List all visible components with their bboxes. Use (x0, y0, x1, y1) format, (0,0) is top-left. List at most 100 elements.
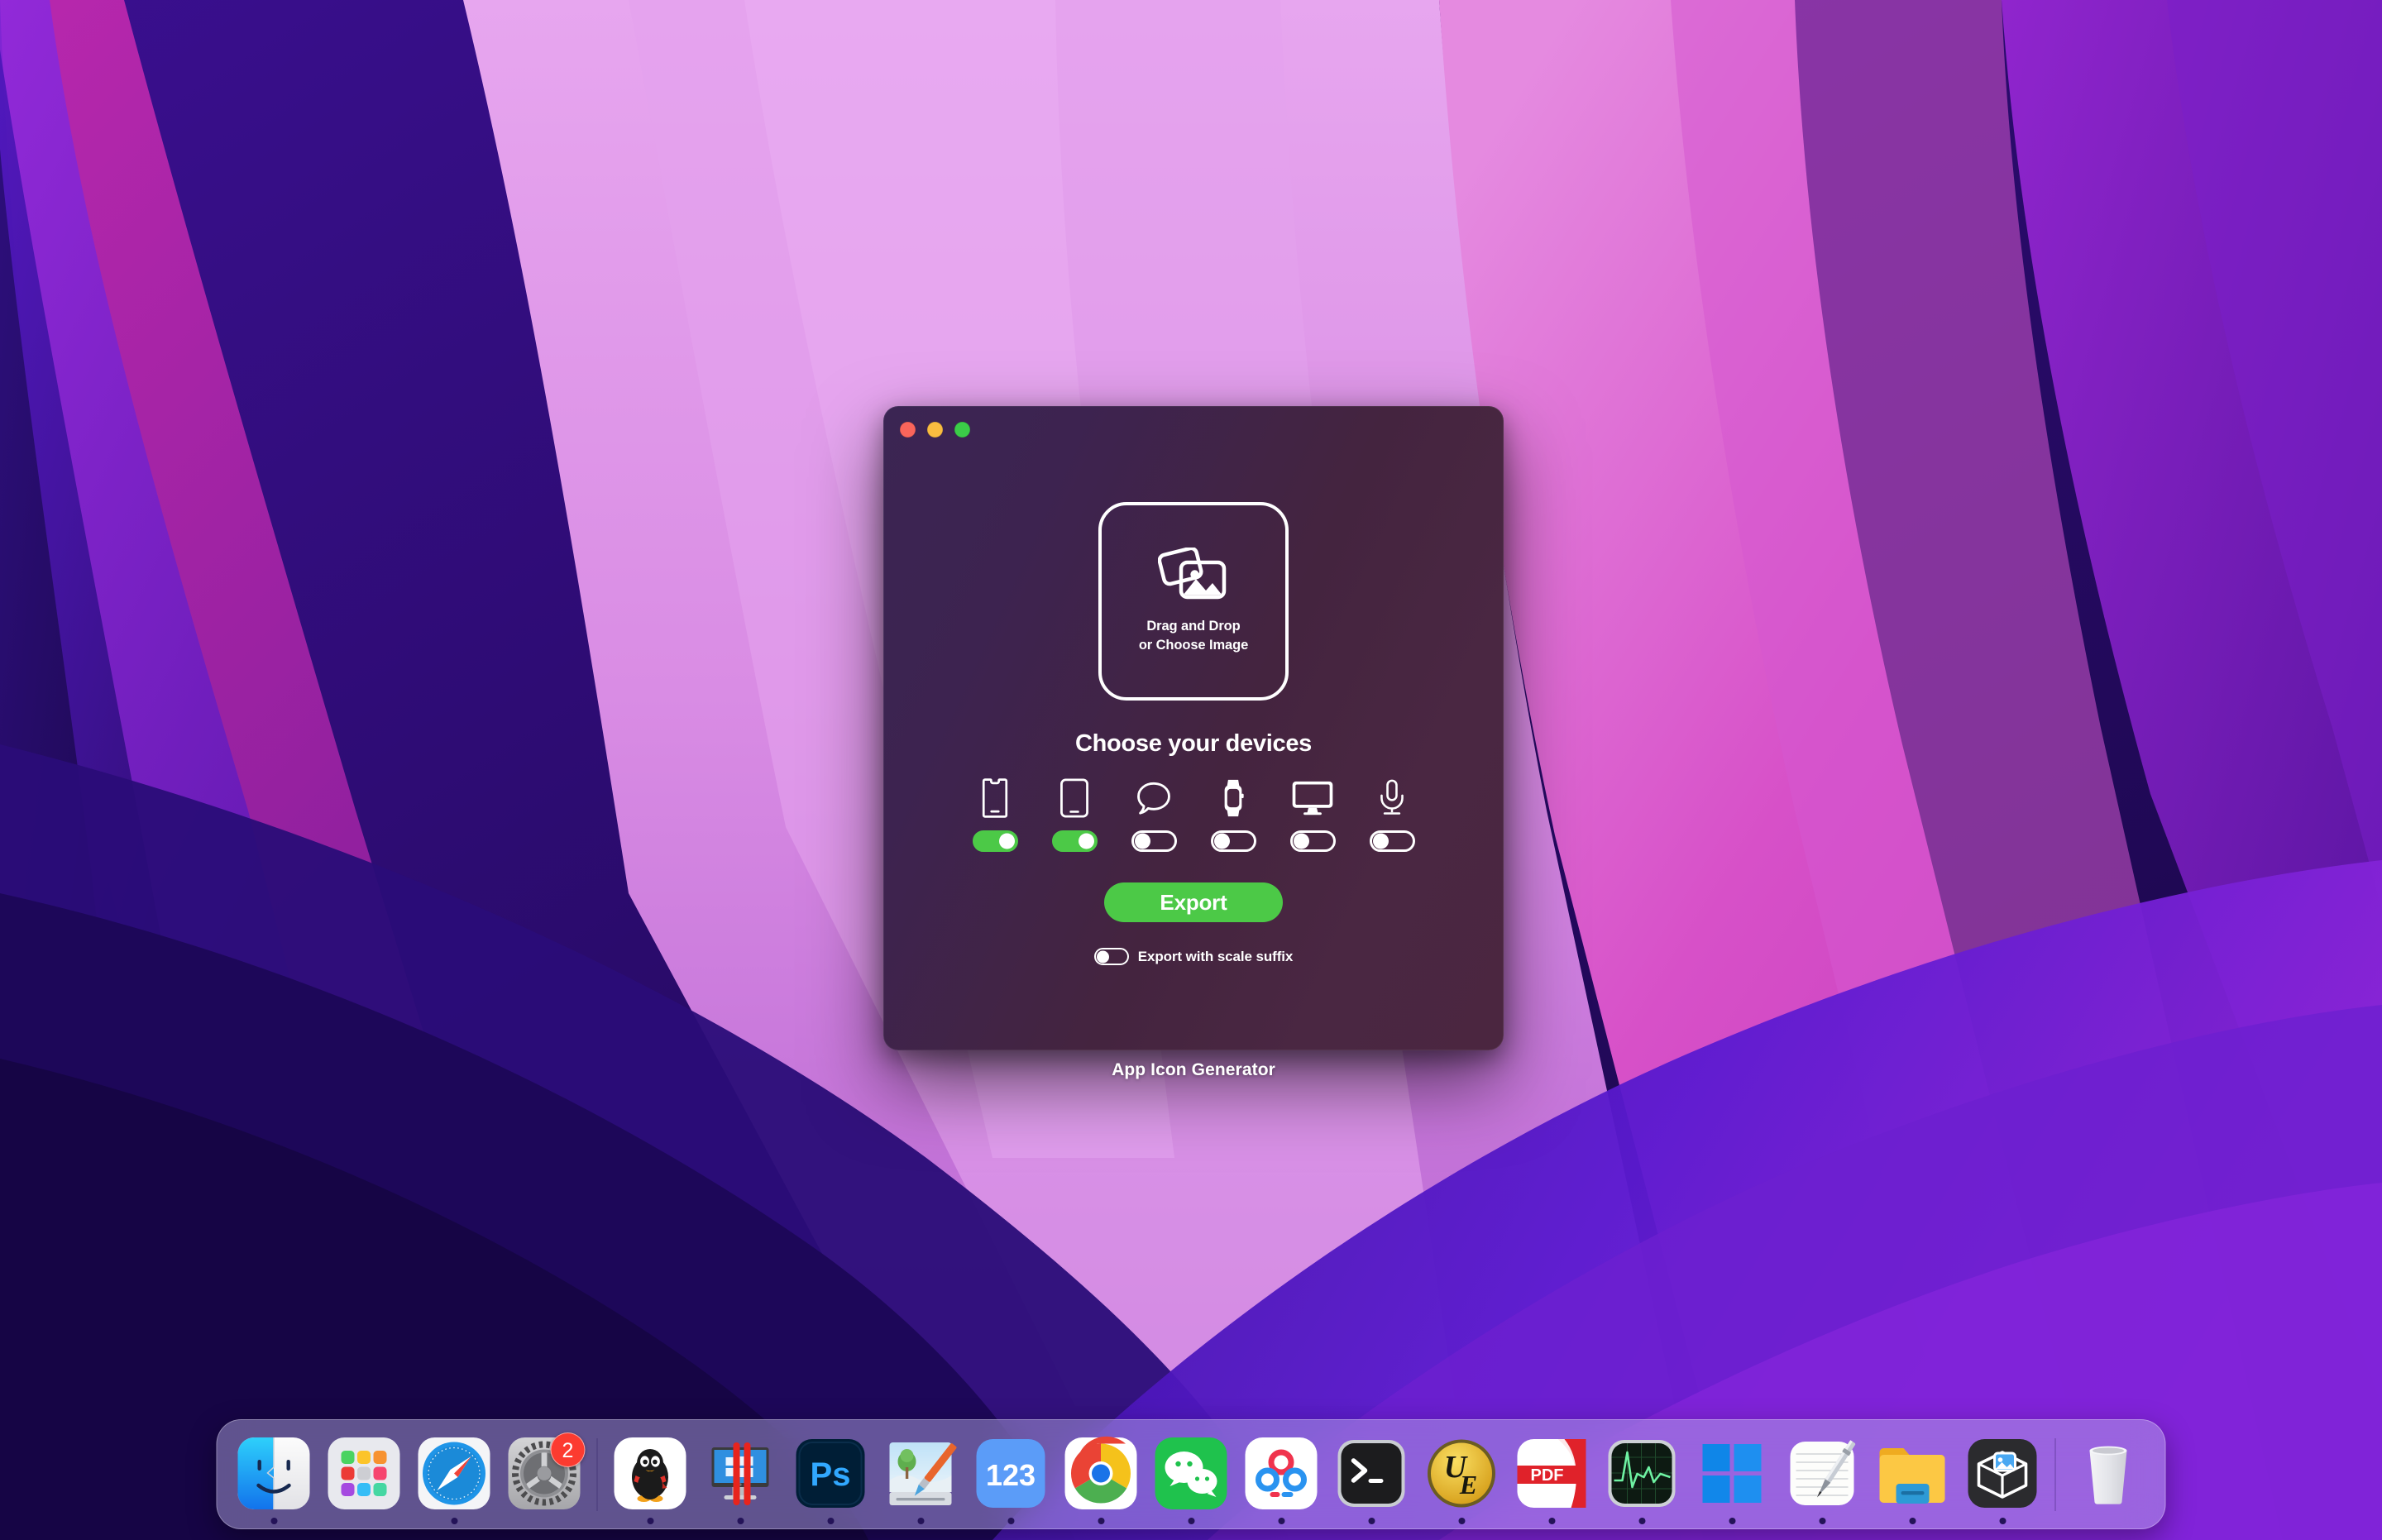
running-indicator (1909, 1518, 1916, 1524)
svg-text:E: E (1459, 1470, 1477, 1499)
photoshop-icon: Ps (792, 1434, 870, 1513)
dock-item-notes[interactable] (1777, 1419, 1868, 1529)
dock-item-ultraedit[interactable]: U E (1417, 1419, 1507, 1529)
chrome-icon (1062, 1434, 1141, 1513)
toggle-knob (1213, 833, 1230, 849)
dock-item-file-manager[interactable] (1868, 1419, 1958, 1529)
ultraedit-icon: U E (1423, 1434, 1501, 1513)
dock-item-windows-app[interactable] (1687, 1419, 1777, 1529)
device-ipad[interactable] (1050, 772, 1099, 852)
activity-monitor-icon (1603, 1434, 1681, 1513)
device-iphone[interactable] (970, 772, 1020, 852)
device-watch[interactable] (1208, 772, 1258, 852)
window-titlebar (883, 406, 1504, 452)
svg-text:PDF: PDF (1531, 1466, 1564, 1485)
running-indicator (1638, 1518, 1645, 1524)
app-icon-generator-icon (1963, 1434, 2042, 1513)
minimize-button[interactable] (927, 422, 943, 438)
finder-icon (235, 1434, 313, 1513)
wechat-icon (1152, 1434, 1231, 1513)
running-indicator (1188, 1518, 1194, 1524)
device-carplay[interactable] (1367, 772, 1417, 852)
drop-zone-line2: or Choose Image (1138, 638, 1249, 653)
drop-zone-line1: Drag and Drop (1146, 619, 1241, 634)
message-bubble-icon (1136, 772, 1172, 824)
dock-item-qq[interactable] (605, 1419, 696, 1529)
baidu-netdisk-icon (1242, 1434, 1321, 1513)
dock-item-paintbrush[interactable] (876, 1419, 966, 1529)
toggle-watch[interactable] (1210, 830, 1256, 852)
toggle-iphone[interactable] (972, 830, 1018, 852)
running-indicator (1458, 1518, 1465, 1524)
svg-text:123: 123 (986, 1458, 1036, 1492)
device-row (883, 772, 1504, 852)
notification-badge: 2 (550, 1432, 586, 1467)
dock-item-parallels-desktop[interactable] (696, 1419, 786, 1529)
launchpad-icon (325, 1434, 404, 1513)
dock-item-terminal[interactable] (1327, 1419, 1417, 1529)
scale-suffix-row: Export with scale suffix (883, 948, 1504, 965)
device-imessage[interactable] (1129, 772, 1179, 852)
windows-logo-icon (1693, 1434, 1772, 1513)
dock-item-app-icon-generator[interactable] (1958, 1419, 2048, 1529)
device-mac[interactable] (1288, 772, 1337, 852)
dock-item-system-preferences[interactable]: 2 (500, 1419, 590, 1529)
dock-item-123-pan[interactable]: 123 (966, 1419, 1056, 1529)
photos-stack-icon (1157, 546, 1229, 605)
microphone-icon (1377, 772, 1407, 824)
dock-item-launchpad[interactable] (319, 1419, 409, 1529)
scale-suffix-label: Export with scale suffix (1137, 948, 1294, 964)
running-indicator (737, 1518, 744, 1524)
running-indicator (1819, 1518, 1825, 1524)
trash-icon (2069, 1434, 2148, 1513)
dock-item-pdf-expert[interactable]: PDF (1507, 1419, 1597, 1529)
running-indicator (1999, 1518, 2006, 1524)
running-indicator (1007, 1518, 1014, 1524)
paintbrush-icon (882, 1434, 960, 1513)
dock-item-finder[interactable] (229, 1419, 319, 1529)
apple-watch-icon (1220, 772, 1246, 824)
pdf-expert-icon: PDF (1513, 1434, 1591, 1513)
toggle-ipad[interactable] (1051, 830, 1098, 852)
toggle-knob (1372, 833, 1389, 849)
running-indicator (827, 1518, 834, 1524)
dock-item-photoshop[interactable]: Ps (786, 1419, 876, 1529)
running-indicator (451, 1518, 457, 1524)
dock-item-baidu-netdisk[interactable] (1236, 1419, 1327, 1529)
toggle-imessage[interactable] (1131, 830, 1177, 852)
123-pan-icon: 123 (972, 1434, 1050, 1513)
running-indicator (917, 1518, 924, 1524)
dock-item-safari[interactable] (409, 1419, 500, 1529)
toggle-knob (1134, 833, 1150, 849)
dock-item-wechat[interactable] (1146, 1419, 1236, 1529)
toggle-carplay[interactable] (1369, 830, 1415, 852)
toggle-knob (1096, 950, 1109, 963)
notes-icon (1783, 1434, 1862, 1513)
devices-title: Choose your devices (1074, 730, 1312, 757)
qq-penguin-icon (611, 1434, 690, 1513)
dock-item-trash[interactable] (2064, 1419, 2154, 1529)
folder-icon (1873, 1434, 1952, 1513)
running-indicator (270, 1518, 277, 1524)
zoom-button[interactable] (954, 422, 970, 438)
imac-display-icon (1291, 772, 1334, 824)
close-button[interactable] (900, 422, 916, 438)
app-icon-generator-window: Drag and Drop or Choose Image Choose you… (883, 406, 1504, 1050)
drag-and-drop-zone[interactable]: Drag and Drop or Choose Image (1098, 502, 1289, 701)
toggle-knob (1293, 833, 1309, 849)
toggle-mac[interactable] (1289, 830, 1336, 852)
svg-text:Ps: Ps (811, 1456, 851, 1493)
dock: 2 Ps 123 U E PDF (216, 1419, 2166, 1529)
ipad-icon (1059, 772, 1089, 824)
dock-item-activity-monitor[interactable] (1597, 1419, 1687, 1529)
iphone-icon (982, 772, 1008, 824)
safari-icon (415, 1434, 494, 1513)
dock-item-google-chrome[interactable] (1056, 1419, 1146, 1529)
terminal-icon (1332, 1434, 1411, 1513)
toggle-scale-suffix[interactable] (1093, 948, 1129, 965)
running-indicator (1729, 1518, 1735, 1524)
parallels-desktop-icon (701, 1434, 780, 1513)
running-indicator (647, 1518, 653, 1524)
dock-separator (2054, 1437, 2056, 1511)
export-button[interactable]: Export (1104, 882, 1283, 922)
